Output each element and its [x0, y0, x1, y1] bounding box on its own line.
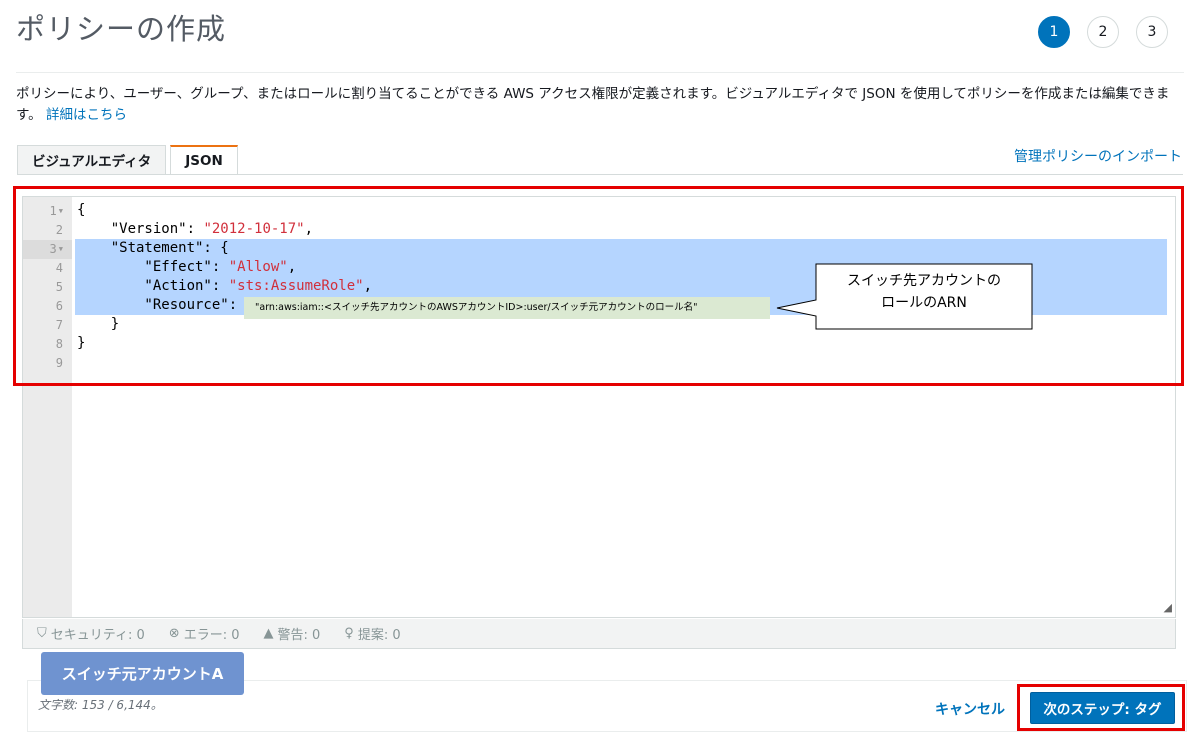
wizard-steps: 1 2 3 [1038, 16, 1168, 48]
security-status[interactable]: ⛉ セキュリティ: 0 [37, 624, 145, 643]
import-managed-policy-link[interactable]: 管理ポリシーのインポート [1014, 146, 1182, 166]
resize-handle-icon[interactable]: ◢ [1164, 601, 1172, 614]
page-description: ポリシーにより、ユーザー、グループ、またはロールに割り当てることができる AWS… [16, 84, 1182, 126]
step-2[interactable]: 2 [1087, 16, 1119, 48]
validation-statusbar: ⛉ セキュリティ: 0 ⊗ エラー: 0 ▲ 警告: 0 ♀ 提案: 0 [22, 619, 1176, 649]
learn-more-link[interactable]: 詳細はこちら [46, 107, 127, 123]
suggestions-status[interactable]: ♀ 提案: 0 [344, 624, 400, 643]
description-text: ポリシーにより、ユーザー、グループ、またはロールに割り当てることができる AWS… [16, 86, 1170, 123]
warning-icon: ▲ [263, 626, 274, 641]
tab-visual-editor[interactable]: ビジュアルエディタ [17, 145, 167, 175]
step-1[interactable]: 1 [1038, 16, 1070, 48]
divider [16, 72, 1184, 73]
page-title: ポリシーの作成 [16, 12, 227, 46]
char-count: 文字数: 153 / 6,144。 [38, 698, 163, 712]
account-badge: スイッチ元アカウントA [41, 652, 244, 695]
shield-icon: ⛉ [37, 626, 47, 641]
tab-divider [17, 174, 1183, 175]
resource-arn-label: "arn:aws:iam::<スイッチ先アカウントのAWSアカウントID>:us… [244, 297, 770, 319]
errors-status[interactable]: ⊗ エラー: 0 [169, 624, 240, 643]
warnings-status[interactable]: ▲ 警告: 0 [263, 624, 320, 643]
highlight-box-next [1017, 684, 1185, 731]
cancel-button[interactable]: キャンセル [935, 699, 1005, 719]
error-icon: ⊗ [168, 626, 180, 641]
tab-json[interactable]: JSON [170, 145, 238, 175]
callout-text: スイッチ先アカウントの ロールのARN [847, 273, 1001, 311]
step-3[interactable]: 3 [1136, 16, 1168, 48]
lightbulb-icon: ♀ [344, 626, 354, 641]
editor-tabs: ビジュアルエディタ JSON [17, 145, 238, 175]
